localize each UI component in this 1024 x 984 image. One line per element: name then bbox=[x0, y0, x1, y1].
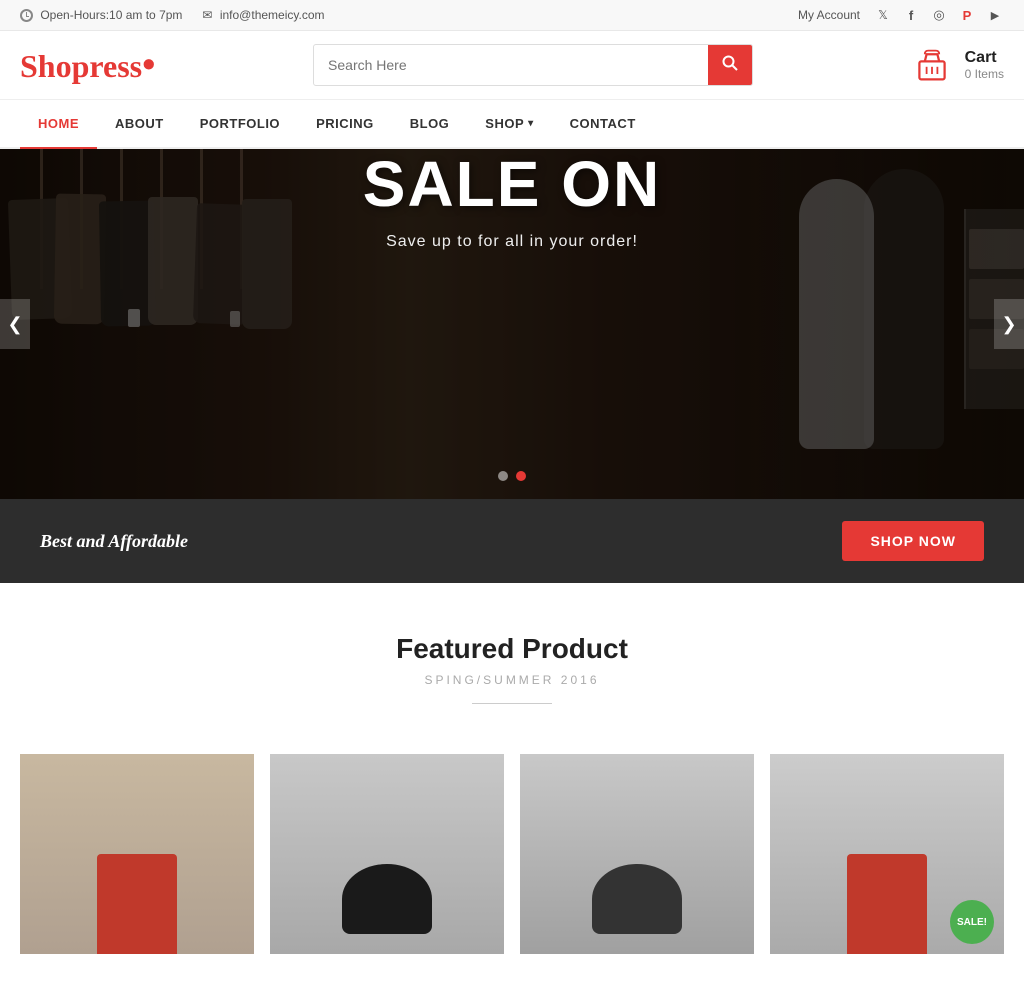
my-account-link[interactable]: My Account bbox=[798, 8, 860, 22]
product-grid: SALE! bbox=[0, 754, 1024, 984]
youtube-icon[interactable]: ▶ bbox=[986, 6, 1004, 24]
slider-next-arrow[interactable]: ❯ bbox=[994, 299, 1024, 349]
social-icons: 𝕏 f ◎ P ▶ bbox=[874, 6, 1004, 24]
product-card-1[interactable] bbox=[20, 754, 254, 954]
top-bar-left: Open-Hours:10 am to 7pm ✉ info@themeicy.… bbox=[20, 8, 325, 22]
product-image-4: SALE! bbox=[770, 754, 1004, 954]
hours-info: Open-Hours:10 am to 7pm bbox=[20, 8, 182, 22]
nav-item-contact[interactable]: CONTACT bbox=[552, 100, 654, 147]
featured-section: Featured Product SPING/SUMMER 2016 bbox=[0, 583, 1024, 754]
slider-prev-arrow[interactable]: ❮ bbox=[0, 299, 30, 349]
cart-basket-icon bbox=[911, 46, 953, 84]
cart-count: 0 Items bbox=[965, 67, 1004, 81]
logo-shopress: Shopress bbox=[20, 48, 142, 84]
search-icon bbox=[722, 55, 738, 71]
nav-item-shop[interactable]: SHOP ▾ bbox=[467, 100, 551, 147]
email-icon: ✉ bbox=[202, 8, 212, 22]
hero-slider: SALE ON Save up to for all in your order… bbox=[0, 149, 1024, 499]
hero-dot-2[interactable] bbox=[516, 471, 526, 481]
hours-label: Open-Hours:10 am to 7pm bbox=[40, 8, 182, 22]
cart-label: Cart bbox=[965, 49, 1004, 67]
cart-info: Cart 0 Items bbox=[965, 49, 1004, 81]
product-card-3[interactable] bbox=[520, 754, 754, 954]
promo-text: Best and Affordable bbox=[40, 531, 188, 552]
shop-dropdown-arrow: ▾ bbox=[528, 118, 534, 129]
clock-icon bbox=[20, 9, 33, 22]
nav-item-pricing[interactable]: PRICING bbox=[298, 100, 392, 147]
email-label: info@themeicy.com bbox=[220, 8, 325, 22]
top-bar-right: My Account 𝕏 f ◎ P ▶ bbox=[798, 6, 1004, 24]
facebook-icon[interactable]: f bbox=[902, 6, 920, 24]
product-shape-2 bbox=[342, 864, 432, 934]
product-shape-4 bbox=[847, 854, 927, 954]
nav-item-about[interactable]: ABOUT bbox=[97, 100, 182, 147]
product-shape-3 bbox=[592, 864, 682, 934]
hero-content: SALE ON Save up to for all in your order… bbox=[0, 149, 1024, 251]
twitter-icon[interactable]: 𝕏 bbox=[874, 6, 892, 24]
search-input[interactable] bbox=[314, 47, 708, 83]
shop-now-button[interactable]: Shop Now bbox=[842, 521, 984, 561]
logo-dot: • bbox=[142, 44, 155, 86]
product-card-4[interactable]: SALE! bbox=[770, 754, 1004, 954]
product-image-2 bbox=[270, 754, 504, 954]
product-card-2[interactable] bbox=[270, 754, 504, 954]
promo-bar: Best and Affordable Shop Now bbox=[0, 499, 1024, 583]
main-nav: HOME ABOUT PORTFOLIO PRICING BLOG SHOP ▾… bbox=[0, 100, 1024, 149]
search-button[interactable] bbox=[708, 45, 752, 85]
product-image-3 bbox=[520, 754, 754, 954]
header: Shopress• Cart 0 Items bbox=[0, 31, 1024, 100]
hero-subtitle: Save up to for all in your order! bbox=[0, 233, 1024, 251]
product-shape-1 bbox=[97, 854, 177, 954]
featured-divider bbox=[472, 703, 552, 704]
search-bar bbox=[313, 44, 753, 86]
instagram-icon[interactable]: ◎ bbox=[930, 6, 948, 24]
sale-badge: SALE! bbox=[950, 900, 994, 944]
hero-dots bbox=[498, 471, 526, 481]
logo-text: Shopress• bbox=[20, 43, 155, 87]
cart-area[interactable]: Cart 0 Items bbox=[911, 46, 1004, 84]
nav-item-portfolio[interactable]: PORTFOLIO bbox=[182, 100, 298, 147]
featured-title: Featured Product bbox=[20, 633, 1004, 665]
top-bar: Open-Hours:10 am to 7pm ✉ info@themeicy.… bbox=[0, 0, 1024, 31]
product-image-1 bbox=[20, 754, 254, 954]
pinterest-icon[interactable]: P bbox=[958, 6, 976, 24]
cart-icon bbox=[912, 47, 952, 83]
nav-item-blog[interactable]: BLOG bbox=[392, 100, 468, 147]
email-info: ✉ info@themeicy.com bbox=[202, 8, 324, 22]
featured-subtitle: SPING/SUMMER 2016 bbox=[20, 673, 1004, 687]
logo[interactable]: Shopress• bbox=[20, 43, 155, 87]
nav-item-home[interactable]: HOME bbox=[20, 100, 97, 149]
hero-title: SALE ON bbox=[0, 149, 1024, 219]
hero-dot-1[interactable] bbox=[498, 471, 508, 481]
